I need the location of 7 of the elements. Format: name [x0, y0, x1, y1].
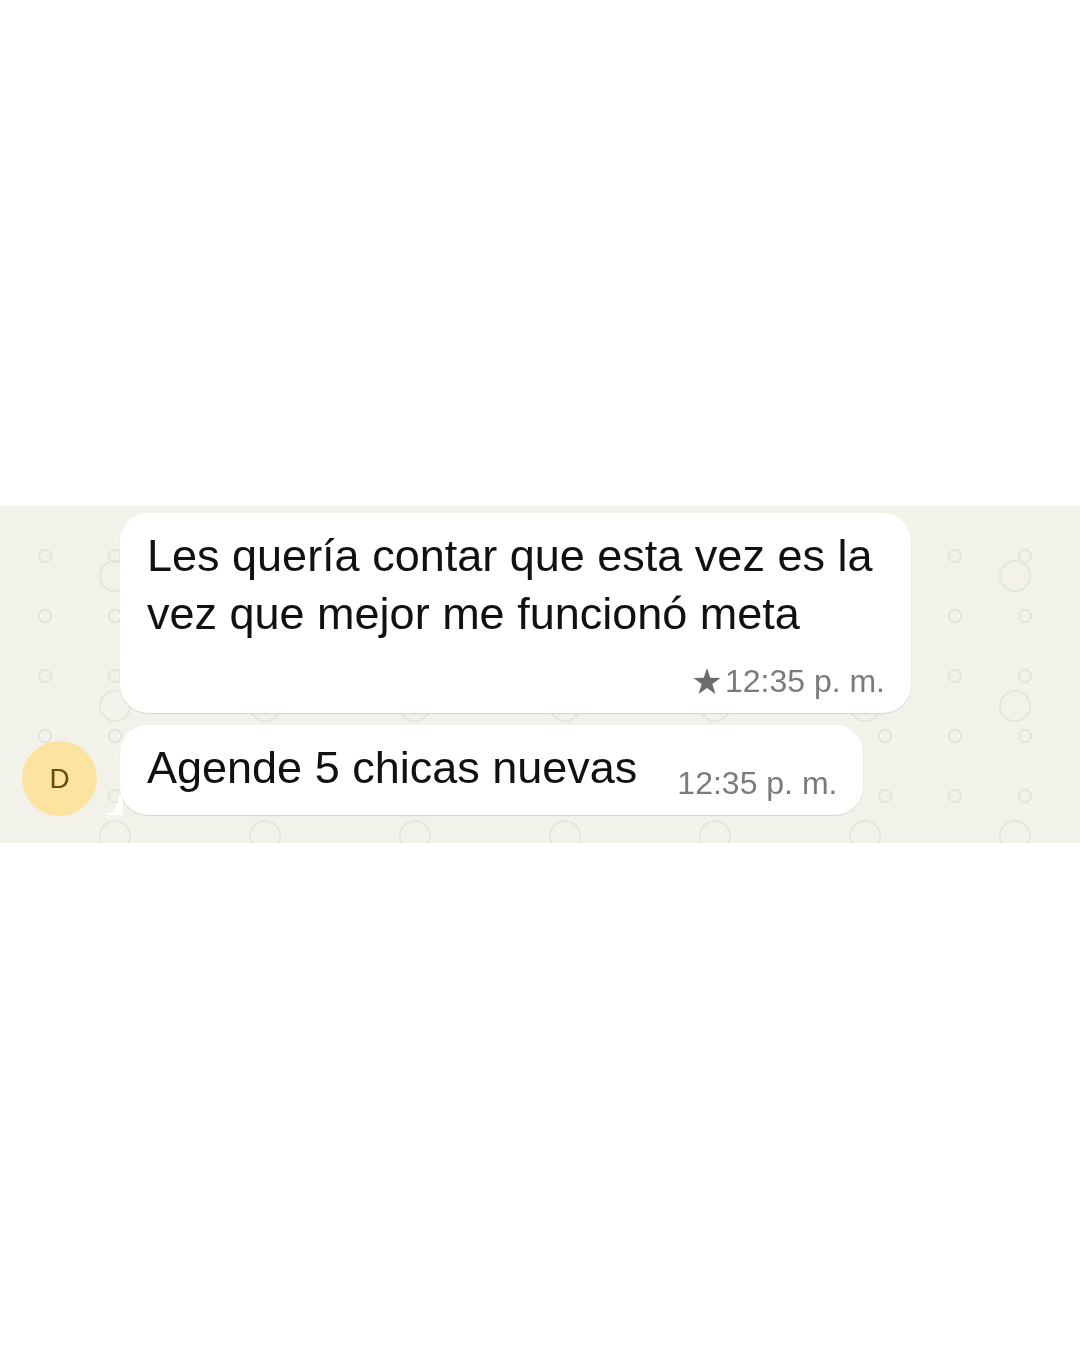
message-time: 12:35 p. m. [724, 663, 885, 699]
avatar[interactable]: D [22, 741, 97, 816]
message-bubble[interactable]: Les quería contar que esta vez es la vez que mejor me funcionó meta 12:35 p. m. [120, 513, 911, 713]
message-bubble[interactable]: Agende 5 chicas nuevas 12:35 p. m. [120, 725, 864, 815]
message-time: 12:35 p. m. [677, 765, 838, 801]
message-text: Agende 5 chicas nuevas [147, 741, 638, 795]
message-text: Les quería contar que esta vez es la vez que mejor me funcionó meta [147, 529, 874, 641]
